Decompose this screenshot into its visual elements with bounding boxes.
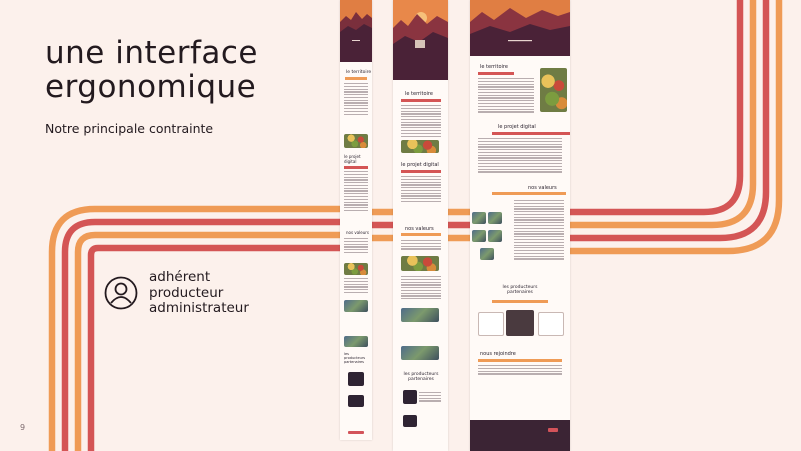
desktop-underline (492, 132, 570, 135)
tablet-underline (401, 170, 441, 173)
title-line-1: une interface (45, 35, 258, 71)
desktop-text-block (478, 78, 534, 114)
tablet-photo (401, 346, 439, 360)
desktop-vegetables-image (540, 68, 567, 112)
desktop-mockup: le territoire le projet digital nos vale… (470, 0, 570, 451)
tablet-heading-territoire: le territoire (405, 91, 433, 97)
desktop-photo (472, 230, 486, 242)
desktop-heading-rejoindre: nous rejoindre (480, 351, 516, 357)
tablet-vegetables-image (401, 140, 439, 153)
tablet-hero-image (393, 0, 448, 80)
tablet-text-block (401, 276, 441, 301)
desktop-producer-card[interactable] (538, 312, 564, 336)
slide-title: une interface ergonomique (45, 36, 258, 104)
desktop-producer-card[interactable] (478, 312, 504, 336)
desktop-text-block (514, 200, 564, 261)
desktop-heading-projet: le projet digital (498, 124, 536, 130)
tablet-mockup: le territoire le projet digital nos vale… (393, 0, 448, 451)
mobile-text-block (344, 171, 368, 213)
role-producteur: producteur (149, 284, 224, 301)
mobile-mockup: le territoire le projet digital nos vale… (340, 0, 372, 440)
mobile-producer-photo (348, 395, 364, 407)
desktop-underline (478, 72, 514, 75)
tablet-underline (401, 233, 441, 236)
desktop-heading-valeurs: nos valeurs (528, 185, 557, 191)
mobile-photo (344, 336, 368, 347)
desktop-photo (480, 248, 494, 260)
desktop-footer (470, 420, 570, 451)
tablet-text-block (401, 105, 441, 138)
user-circle-icon (104, 276, 138, 310)
tablet-underline (401, 99, 441, 102)
tablet-text-block (401, 176, 441, 204)
desktop-text-block (478, 365, 562, 376)
mobile-vegetables-image (344, 134, 368, 148)
slide-subtitle: Notre principale contrainte (45, 121, 214, 136)
tablet-heading-projet: le projet digital (401, 162, 439, 168)
mobile-photo (344, 300, 368, 312)
desktop-underline (478, 359, 562, 362)
page-number: 9 (20, 423, 26, 432)
mobile-text-block (344, 83, 368, 116)
desktop-heading-producteurs: les producteurs partenaires (502, 285, 538, 295)
tablet-text-block (401, 240, 441, 251)
tablet-producer-photo (403, 390, 417, 404)
desktop-heading-territoire: le territoire (480, 64, 508, 70)
mobile-market-image (344, 263, 368, 275)
mobile-heading-territoire: le territoire (346, 70, 372, 75)
desktop-photo (488, 212, 502, 224)
desktop-footer-button[interactable] (548, 428, 558, 432)
mobile-heading-producteurs: les producteurs partenaires (344, 352, 366, 364)
mobile-heading-projet: le projet digital (344, 154, 361, 164)
tablet-photo (401, 308, 439, 322)
mobile-hero-image (340, 0, 372, 62)
desktop-photo (488, 230, 502, 242)
tablet-heading-valeurs: nos valeurs (405, 226, 434, 232)
title-line-2: ergonomique (45, 69, 257, 105)
tablet-market-image (401, 256, 439, 271)
mobile-text-block (344, 238, 368, 255)
mobile-button[interactable] (348, 431, 364, 434)
role-adherent: adhérent (149, 269, 211, 285)
desktop-producer-card[interactable] (506, 310, 534, 336)
user-roles: adhérent producteur administrateur (104, 269, 249, 317)
mobile-heading-valeurs: nos valeurs (346, 230, 369, 235)
mobile-text-block (344, 278, 368, 295)
desktop-text-block (478, 138, 562, 174)
desktop-hero-image (470, 0, 570, 56)
tablet-producer-photo (403, 415, 417, 427)
desktop-photo (472, 212, 486, 224)
desktop-underline (492, 192, 566, 195)
desktop-underline (492, 300, 548, 303)
tablet-heading-producteurs: les producteurs partenaires (403, 372, 439, 382)
tablet-text-block (419, 392, 441, 403)
mobile-underline (344, 166, 368, 169)
mobile-underline (345, 77, 367, 80)
role-administrateur: administrateur (149, 300, 249, 316)
mobile-producer-photo (348, 372, 364, 386)
